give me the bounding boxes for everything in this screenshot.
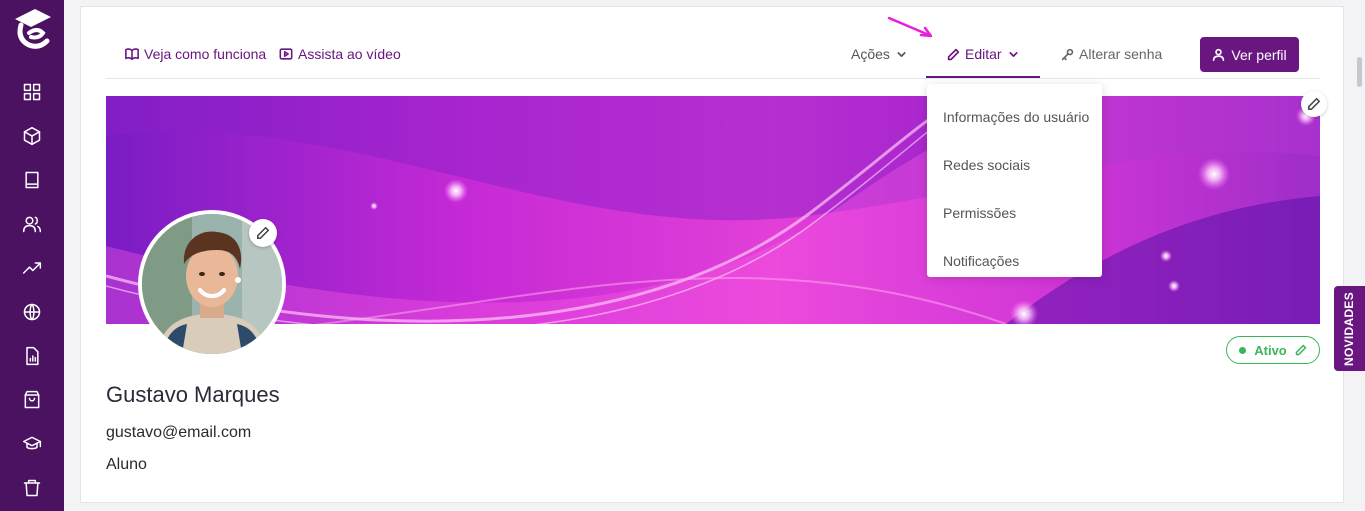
view-profile-label: Ver perfil [1231, 46, 1287, 63]
profile-role: Aluno [106, 456, 147, 473]
menu-item-social-networks[interactable]: Redes sociais [943, 157, 1030, 173]
report-icon[interactable] [20, 344, 44, 368]
edit-banner-button[interactable] [1301, 91, 1327, 117]
open-book-icon [125, 48, 139, 61]
profile-name: Gustavo Marques [106, 382, 280, 407]
menu-item-user-info[interactable]: Informações do usuário [943, 109, 1089, 125]
user-icon [1213, 48, 1225, 61]
status-badge[interactable]: Ativo [1226, 336, 1320, 364]
pencil-icon [1295, 344, 1306, 356]
app-logo[interactable] [9, 5, 55, 51]
edit-avatar-button[interactable] [249, 219, 277, 247]
profile-email: gustavo@email.com [106, 424, 252, 441]
status-label: Ativo [1254, 342, 1287, 358]
key-icon [1061, 48, 1074, 60]
how-it-works-label: Veja como funciona [144, 46, 267, 62]
shopping-bag-icon[interactable] [20, 388, 44, 412]
chevron-down-icon [1009, 51, 1018, 57]
globe-icon[interactable] [20, 300, 44, 324]
users-icon[interactable] [20, 212, 44, 236]
book-icon[interactable] [20, 168, 44, 192]
watch-video-label: Assista ao vídeo [298, 46, 401, 62]
how-it-works-link[interactable]: Veja como funciona [125, 46, 266, 62]
sidebar [0, 0, 64, 511]
graduation-cap-icon[interactable] [20, 432, 44, 456]
dashboard-icon[interactable] [20, 80, 44, 104]
annotation-arrow-icon [887, 16, 933, 38]
novidades-tab[interactable]: NOVIDADES [1334, 286, 1365, 371]
edit-tab-indicator [926, 76, 1040, 78]
profile-toolbar: Veja como funciona Assista ao vídeo Açõe… [106, 7, 1320, 79]
edit-label: Editar [965, 46, 1002, 62]
pencil-icon [947, 48, 960, 60]
menu-item-permissions[interactable]: Permissões [943, 205, 1016, 221]
cover-banner [106, 96, 1320, 324]
view-profile-button[interactable]: Ver perfil [1200, 37, 1299, 72]
edit-dropdown-menu: Informações do usuário Redes sociais Per… [927, 84, 1102, 277]
trash-icon[interactable] [20, 476, 44, 500]
cube-icon[interactable] [20, 124, 44, 148]
menu-item-notifications[interactable]: Notificações [943, 253, 1019, 269]
novidades-label: NOVIDADES [1342, 291, 1357, 366]
change-password-link[interactable]: Alterar senha [1061, 46, 1162, 62]
chevron-down-icon [897, 51, 906, 57]
actions-menu[interactable]: Ações [851, 46, 908, 62]
edit-menu[interactable]: Editar [947, 46, 1020, 62]
trending-up-icon[interactable] [20, 256, 44, 280]
actions-label: Ações [851, 46, 890, 62]
video-icon [279, 48, 293, 60]
scrollbar-thumb[interactable] [1357, 57, 1362, 87]
change-password-label: Alterar senha [1079, 46, 1163, 62]
status-dot [1239, 346, 1247, 354]
pencil-icon [256, 226, 270, 240]
pencil-icon [1307, 97, 1321, 111]
watch-video-link[interactable]: Assista ao vídeo [279, 46, 401, 62]
profile-card: Veja como funciona Assista ao vídeo Açõe… [80, 6, 1344, 503]
